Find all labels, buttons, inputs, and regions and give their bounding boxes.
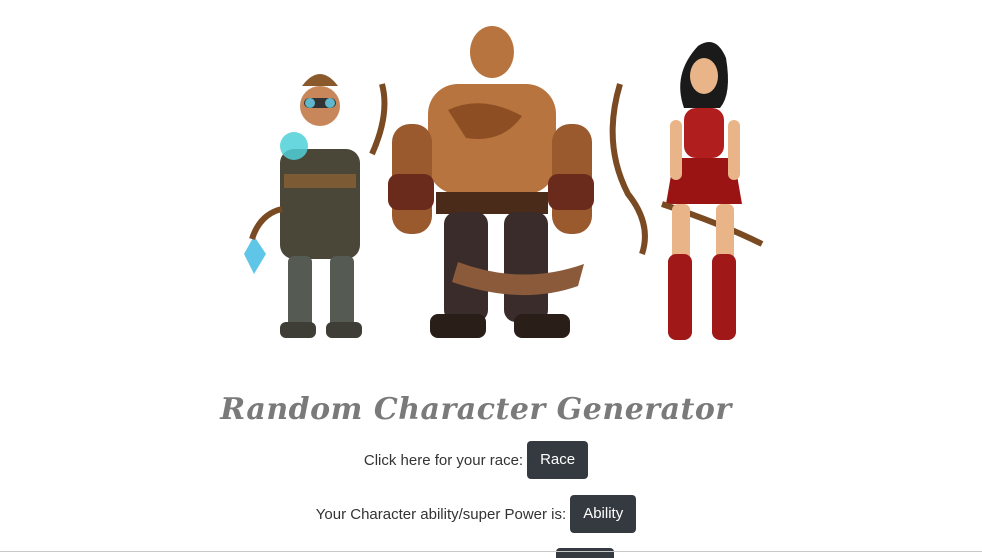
- engineer-character-figure: [244, 74, 388, 338]
- race-button[interactable]: Race: [527, 441, 589, 479]
- race-row: Click here for your race: Race: [0, 441, 952, 479]
- page-title: Random Character Generator: [220, 392, 732, 427]
- ability-prompt: Your Character ability/super Power is:: [315, 505, 567, 523]
- ability-button[interactable]: Ability: [570, 495, 637, 533]
- race-prompt: Click here for your race:: [363, 451, 524, 469]
- warrior-character-figure: [388, 26, 594, 338]
- archer-character-figure: [609, 42, 764, 340]
- viewport-bottom-edge: [0, 551, 982, 552]
- next-button-partial[interactable]: [556, 548, 614, 558]
- ability-row: Your Character ability/super Power is: A…: [0, 495, 952, 533]
- hero-characters-image: [222, 24, 788, 356]
